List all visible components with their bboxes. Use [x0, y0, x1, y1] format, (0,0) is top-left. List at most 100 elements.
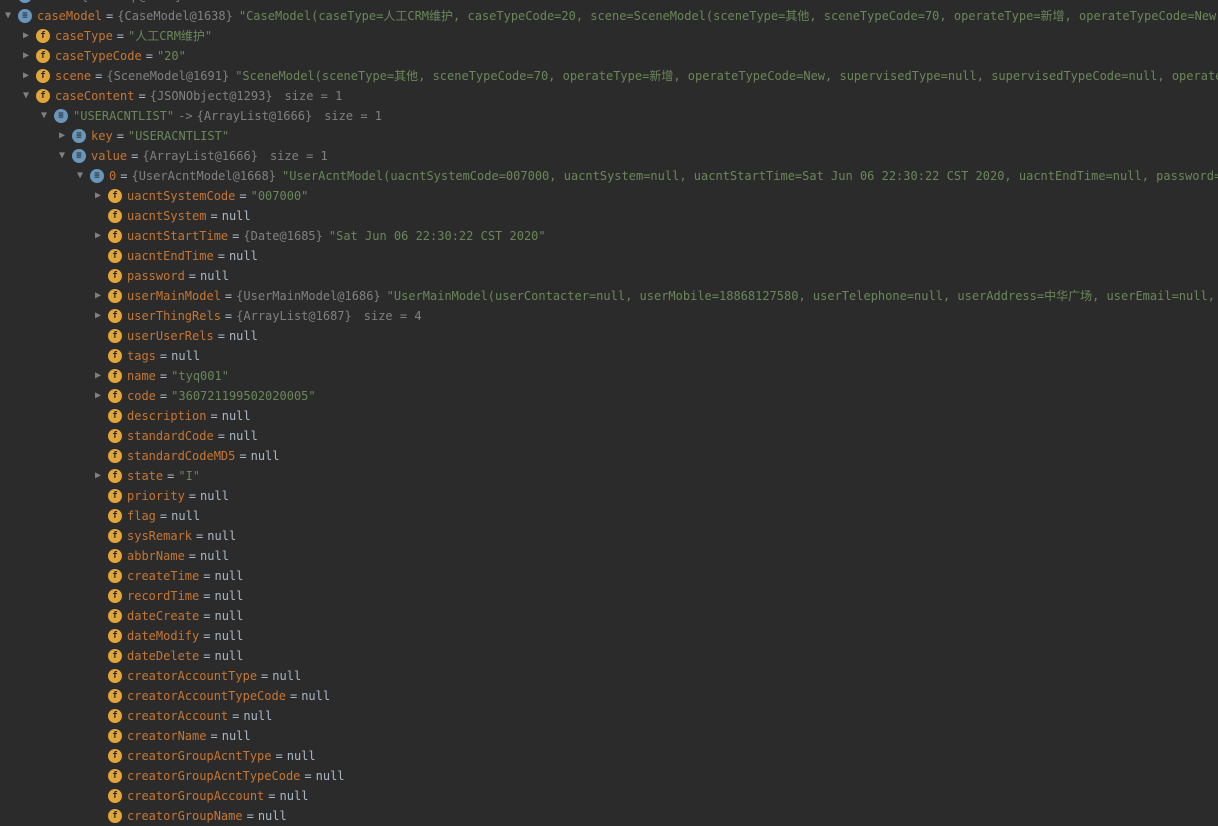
tree-row[interactable]: ▶fuacntStartTime={Date@1685}"Sat Jun 06 …: [0, 226, 1218, 246]
variable-name: standardCodeMD5: [127, 446, 235, 466]
tree-row[interactable]: fabbrName=null: [0, 546, 1218, 566]
expand-arrow-icon[interactable]: ▶: [92, 226, 104, 246]
tree-row[interactable]: ▼≡"USERACNTLIST"->{ArrayList@1666}size =…: [0, 106, 1218, 126]
tree-row[interactable]: ▶fuacntSystemCode="007000": [0, 186, 1218, 206]
object-type: {ArrayList@1666}: [142, 146, 258, 166]
tree-row[interactable]: ▶fuserThingRels={ArrayList@1687}size = 4: [0, 306, 1218, 326]
expand-arrow-icon[interactable]: ▶: [92, 366, 104, 386]
tree-row[interactable]: ftags=null: [0, 346, 1218, 366]
expand-arrow-icon[interactable]: ▶: [20, 66, 32, 86]
variable-name: creatorGroupAccount: [127, 786, 264, 806]
tree-row[interactable]: fuacntEndTime=null: [0, 246, 1218, 266]
tree-row[interactable]: fcreatorGroupAccount=null: [0, 786, 1218, 806]
tree-row[interactable]: fdateModify=null: [0, 626, 1218, 646]
expand-arrow-icon[interactable]: ▶: [92, 466, 104, 486]
tree-row[interactable]: ▼≡0={UserAcntModel@1668}"UserAcntModel(u…: [0, 166, 1218, 186]
variable-name: 0: [109, 166, 116, 186]
equals-sign: =: [113, 26, 128, 46]
variable-name: creatorGroupName: [127, 806, 243, 826]
literal-value: null: [214, 606, 243, 626]
tree-row[interactable]: ▶fuserMainModel={UserMainModel@1686}"Use…: [0, 286, 1218, 306]
tree-row[interactable]: ▼≡value={ArrayList@1666}size = 1: [0, 146, 1218, 166]
tree-row[interactable]: fcreatorGroupName=null: [0, 806, 1218, 826]
field-icon: f: [108, 729, 122, 743]
tree-row[interactable]: ▶fcaseTypeCode="20": [0, 46, 1218, 66]
tree-row[interactable]: ▶fscene={SceneModel@1691}"SceneModel(sce…: [0, 66, 1218, 86]
equals-sign: =: [192, 526, 207, 546]
tree-row[interactable]: ▼fcaseContent={JSONObject@1293}size = 1: [0, 86, 1218, 106]
variable-name: creatorAccountType: [127, 666, 257, 686]
collapse-arrow-icon[interactable]: ▼: [56, 146, 68, 166]
tree-row[interactable]: ▶fcaseType="人工CRM维护": [0, 26, 1218, 46]
equals-sign: =: [214, 326, 229, 346]
collapse-arrow-icon[interactable]: ▼: [20, 86, 32, 106]
field-icon: f: [108, 689, 122, 703]
tree-row[interactable]: fsysRemark=null: [0, 526, 1218, 546]
tree-row[interactable]: fstandardCode=null: [0, 426, 1218, 446]
tree-row[interactable]: fflag=null: [0, 506, 1218, 526]
tree-row[interactable]: fstandardCodeMD5=null: [0, 446, 1218, 466]
string-value: "UserAcntModel(uacntSystemCode=007000, u…: [282, 166, 1218, 186]
literal-value: null: [229, 426, 258, 446]
equals-sign: =: [199, 586, 214, 606]
variable-name: tags: [127, 346, 156, 366]
variable-name: standardCode: [127, 426, 214, 446]
field-icon: f: [108, 489, 122, 503]
expand-arrow-icon[interactable]: ▶: [56, 126, 68, 146]
tree-row[interactable]: ▶≡key="USERACNTLIST": [0, 126, 1218, 146]
expand-arrow-icon[interactable]: ▶: [20, 26, 32, 46]
object-type: {SceneModel@1691}: [106, 66, 229, 86]
tree-row[interactable]: fpassword=null: [0, 266, 1218, 286]
tree-row[interactable]: fcreatorAccount=null: [0, 706, 1218, 726]
field-icon: f: [36, 69, 50, 83]
tree-row[interactable]: f userUserRels=null: [0, 326, 1218, 346]
tree-row[interactable]: fdateDelete=null: [0, 646, 1218, 666]
object-type: {CaseModel@1638}: [117, 6, 233, 26]
tree-row[interactable]: fpriority=null: [0, 486, 1218, 506]
tree-row[interactable]: fdescription=null: [0, 406, 1218, 426]
expand-arrow-icon[interactable]: ▶: [20, 46, 32, 66]
literal-value: null: [272, 666, 301, 686]
collapse-arrow-icon[interactable]: ▼: [38, 106, 50, 126]
collection-size: size = 1: [324, 106, 382, 126]
field-icon: f: [108, 529, 122, 543]
variable-name: creatorAccountTypeCode: [127, 686, 286, 706]
tree-row[interactable]: fcreatorName=null: [0, 726, 1218, 746]
collapse-arrow-icon[interactable]: ▼: [2, 6, 14, 26]
tree-row[interactable]: fcreatorAccountType=null: [0, 666, 1218, 686]
tree-row[interactable]: ▶fstate="I": [0, 466, 1218, 486]
literal-value: null: [251, 446, 280, 466]
expand-arrow-icon[interactable]: ▶: [92, 186, 104, 206]
literal-value: null: [229, 326, 258, 346]
variable-name: caseModel: [37, 6, 102, 26]
collapse-arrow-icon[interactable]: ▼: [74, 166, 86, 186]
field-icon: f: [108, 329, 122, 343]
tree-row[interactable]: ▼≡caseModel={CaseModel@1638}"CaseModel(c…: [0, 6, 1218, 26]
variable-name: value: [91, 146, 127, 166]
tree-row[interactable]: fcreatorGroupAcntTypeCode=null: [0, 766, 1218, 786]
field-icon: f: [108, 349, 122, 363]
expand-arrow-icon[interactable]: ▶: [92, 386, 104, 406]
tree-row[interactable]: ▶fname="tyq001": [0, 366, 1218, 386]
tree-row[interactable]: fcreateTime=null: [0, 566, 1218, 586]
expand-arrow-icon[interactable]: ▶: [92, 286, 104, 306]
equals-sign: =: [257, 666, 272, 686]
string-value: "tyq001": [171, 366, 229, 386]
expand-arrow-icon[interactable]: ▶: [92, 306, 104, 326]
string-value: "360721199502020005": [171, 386, 316, 406]
tree-row[interactable]: fdateCreate=null: [0, 606, 1218, 626]
tree-row[interactable]: ▶fcode="360721199502020005": [0, 386, 1218, 406]
tree-row[interactable]: fuacntSystem=null: [0, 206, 1218, 226]
tree-row[interactable]: fcreatorAccountTypeCode=null: [0, 686, 1218, 706]
equals-sign: =: [206, 406, 221, 426]
equals-sign: =: [300, 766, 315, 786]
literal-value: null: [222, 206, 251, 226]
field-icon: f: [108, 509, 122, 523]
tree-row[interactable]: frecordTime=null: [0, 586, 1218, 606]
tree-row[interactable]: fcreatorGroupAcntType=null: [0, 746, 1218, 766]
field-icon: f: [108, 369, 122, 383]
variable-name: userUserRels: [127, 326, 214, 346]
variable-name: creatorGroupAcntType: [127, 746, 272, 766]
variable-name: userThingRels: [127, 306, 221, 326]
equals-sign: =: [185, 546, 200, 566]
